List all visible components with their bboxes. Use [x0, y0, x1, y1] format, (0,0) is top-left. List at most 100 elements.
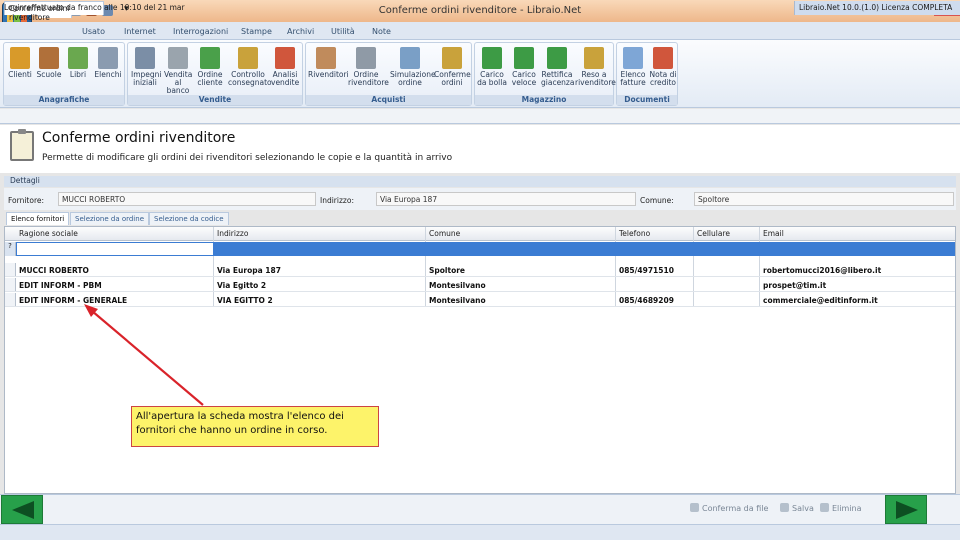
elenchi-button[interactable]: Elenchi: [94, 47, 122, 79]
nota-credito-label: Nota di credito: [649, 70, 677, 87]
list-icon: [98, 47, 118, 69]
carico-veloce-button[interactable]: Carico veloce: [509, 47, 539, 87]
grid-header: Ragione sociale Indirizzo Comune Telefon…: [5, 227, 955, 241]
status-bar: [0, 524, 960, 540]
document-icon: [623, 47, 643, 69]
clienti-button[interactable]: Clienti: [6, 47, 34, 79]
carico-bolla-button[interactable]: Carico da bolla: [477, 47, 507, 87]
tab-selezione-ordine[interactable]: Selezione da ordine: [70, 212, 149, 225]
col-cellulare[interactable]: Cellulare: [697, 229, 730, 238]
page-subtitle: Permette di modificare gli ordini dei ri…: [42, 153, 453, 163]
filter-row-marker: ?: [5, 242, 16, 256]
delete-icon: [820, 503, 829, 512]
conferma-da-file-button[interactable]: Conferma da file: [690, 503, 768, 513]
group-label-acquisti: Acquisti: [306, 95, 471, 105]
col-indirizzo[interactable]: Indirizzo: [217, 229, 248, 238]
scuole-button[interactable]: Scuole: [35, 47, 63, 79]
table-row[interactable]: EDIT INFORM - PBM Via Egitto 2 Montesilv…: [5, 278, 955, 292]
tab-archivi[interactable]: Archivi: [287, 27, 314, 36]
row-selector[interactable]: [5, 278, 16, 291]
rettifica-label: Rettifica giacenza: [541, 70, 575, 87]
reso-rivenditore-button[interactable]: Reso a rivenditore: [575, 47, 616, 87]
forward-button[interactable]: [885, 495, 927, 524]
col-email[interactable]: Email: [763, 229, 784, 238]
clipboard-pencil-icon: [442, 47, 462, 69]
col-telefono[interactable]: Telefono: [619, 229, 650, 238]
vendita-banco-button[interactable]: Vendita al banco: [164, 47, 192, 95]
group-magazzino: Carico da bolla Carico veloce Rettifica …: [474, 42, 616, 106]
col-comune[interactable]: Comune: [429, 229, 460, 238]
books-edit-icon: [547, 47, 567, 69]
libri-button[interactable]: Libri: [64, 47, 92, 79]
carico-veloce-label: Carico veloce: [511, 70, 537, 87]
conferme-label: Conferme ordini: [434, 70, 471, 87]
cell-indirizzo: Via Egitto 2: [217, 281, 267, 290]
conferma-label: Conferma da file: [702, 504, 769, 513]
cell-comune: Montesilvano: [429, 281, 486, 290]
tab-interrogazioni[interactable]: Interrogazioni: [173, 27, 228, 36]
impegni-label: Impegni iniziali: [131, 70, 162, 87]
file-icon: [690, 503, 699, 512]
tab-selezione-codice[interactable]: Selezione da codice: [149, 212, 229, 225]
elimina-button[interactable]: Elimina: [820, 503, 862, 513]
ordine-cliente-button[interactable]: Ordine cliente: [196, 47, 224, 87]
people-icon: [10, 47, 30, 69]
elimina-label: Elimina: [832, 504, 862, 513]
rivenditori-button[interactable]: Rivenditori: [308, 47, 349, 79]
analisi-label: Analisi vendite: [271, 70, 300, 87]
comune-label: Comune:: [640, 196, 674, 205]
controllo-consegnato-button[interactable]: Controllo consegnato: [228, 47, 272, 87]
indirizzo-field[interactable]: Via Europa 187: [376, 192, 636, 206]
cell-comune: Spoltore: [429, 266, 466, 275]
ordine-rivenditore-label: Ordine rivenditore: [348, 70, 389, 87]
cell-ragione: MUCCI ROBERTO: [19, 266, 89, 275]
salva-label: Salva: [792, 504, 814, 513]
nota-credito-button[interactable]: Nota di credito: [649, 47, 677, 87]
arrow-right-icon: [896, 501, 918, 519]
simulazione-ordine-button[interactable]: Simulazione ordine: [390, 47, 436, 87]
row-selector[interactable]: [5, 293, 16, 306]
tab-usato[interactable]: Usato: [82, 27, 105, 36]
save-icon: [780, 503, 789, 512]
comune-field[interactable]: Spoltore: [694, 192, 954, 206]
back-button[interactable]: [1, 495, 43, 524]
table-row[interactable]: MUCCI ROBERTO Via Europa 187 Spoltore 08…: [5, 263, 955, 277]
book-up-icon: [482, 47, 502, 69]
tab-elenco-fornitori[interactable]: Elenco fornitori: [6, 212, 70, 225]
basket-icon: [200, 47, 220, 69]
col-ragione-sociale[interactable]: Ragione sociale: [19, 229, 78, 238]
dettagli-section-label: Dettagli: [4, 176, 956, 187]
tab-note[interactable]: Note: [372, 27, 391, 36]
login-status: Login effettuato da franco alle 10:10 de…: [4, 3, 185, 12]
analisi-vendite-button[interactable]: Analisi vendite: [271, 47, 299, 87]
books-icon: [68, 47, 88, 69]
cell-comune: Montesilvano: [429, 296, 486, 305]
cell-ragione: EDIT INFORM - PBM: [19, 281, 102, 290]
books-check-icon: [238, 47, 258, 69]
fornitore-field[interactable]: MUCCI ROBERTO: [58, 192, 316, 206]
group-label-documenti: Documenti: [617, 95, 677, 105]
school-icon: [39, 47, 59, 69]
simulazione-label: Simulazione ordine: [390, 70, 436, 87]
group-label-vendite: Vendite: [128, 95, 302, 105]
cell-email: prospet@tim.it: [763, 281, 827, 290]
tab-stampe[interactable]: Stampe: [241, 27, 272, 36]
clipboard-search-icon: [400, 47, 420, 69]
filter-input-ragione[interactable]: [17, 243, 213, 255]
elenco-fatture-button[interactable]: Elenco fatture: [619, 47, 647, 87]
elenchi-label: Elenchi: [94, 70, 122, 79]
conferme-ordini-button[interactable]: Conferme ordini: [434, 47, 471, 87]
tab-internet[interactable]: Internet: [124, 27, 156, 36]
table-row[interactable]: EDIT INFORM - GENERALE VIA EGITTO 2 Mont…: [5, 293, 955, 307]
cell-ragione: EDIT INFORM - GENERALE: [19, 296, 128, 305]
libri-label: Libri: [69, 70, 87, 79]
row-selector[interactable]: [5, 263, 16, 276]
rettifica-giacenza-button[interactable]: Rettifica giacenza: [541, 47, 575, 87]
grid-filter-row[interactable]: ?: [5, 242, 955, 256]
salva-button[interactable]: Salva: [780, 503, 814, 513]
impegni-iniziali-button[interactable]: Impegni iniziali: [131, 47, 162, 87]
cell-email: commerciale@editinform.it: [763, 296, 878, 305]
scuole-label: Scuole: [36, 70, 62, 79]
tab-utilita[interactable]: Utilità: [331, 27, 355, 36]
ordine-rivenditore-button[interactable]: Ordine rivenditore: [348, 47, 389, 87]
